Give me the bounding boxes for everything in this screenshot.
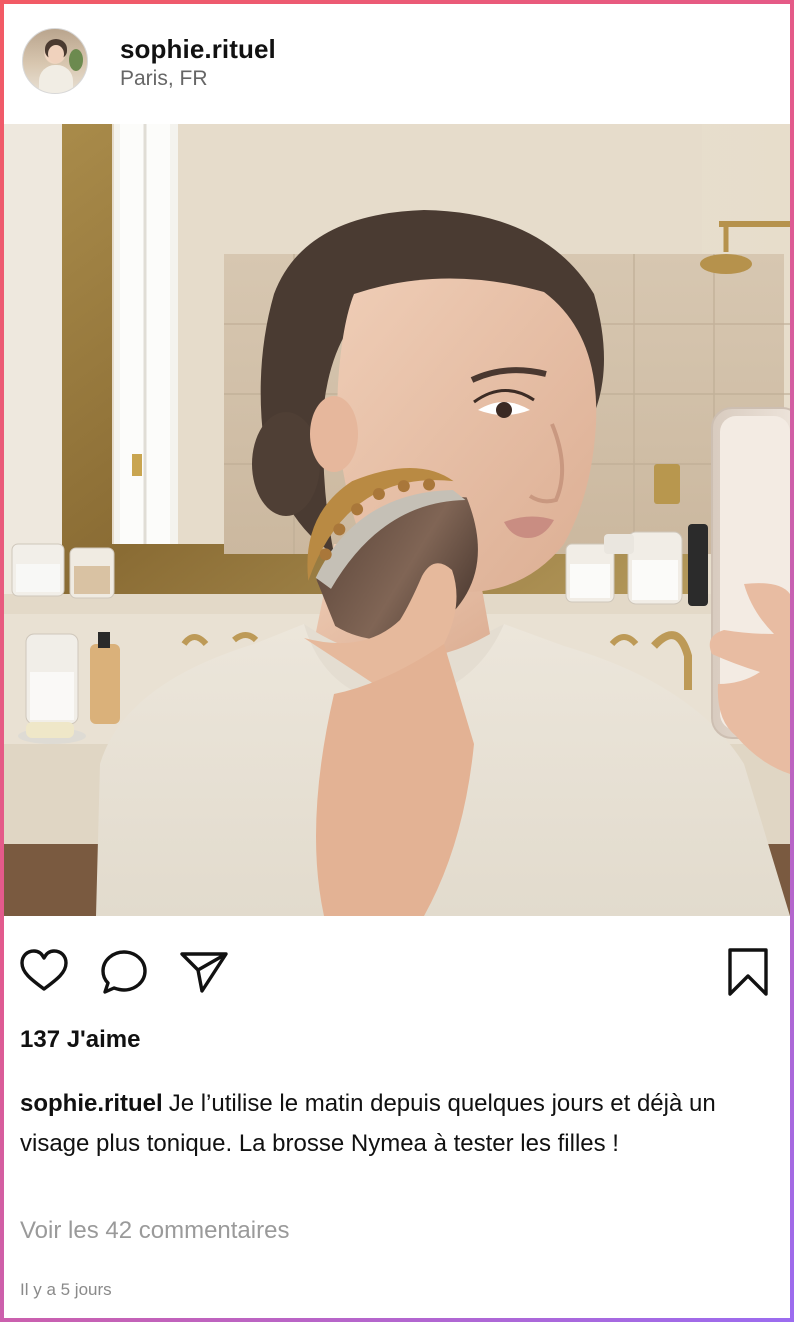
location[interactable]: Paris, FR — [120, 67, 208, 91]
post-header: sophie.rituel Paris, FR — [4, 4, 790, 124]
comment-button[interactable] — [98, 946, 150, 998]
bookmark-icon — [728, 948, 768, 996]
like-button[interactable] — [18, 946, 70, 998]
post-timestamp: Il y a 5 jours — [20, 1280, 112, 1299]
post-card: sophie.rituel Paris, FR 137 J'aime sophi… — [4, 4, 790, 1318]
post-photo[interactable] — [4, 124, 790, 916]
avatar-body — [39, 65, 73, 93]
paper-plane-icon — [180, 952, 228, 993]
view-comments-link[interactable]: Voir les 42 commentaires — [20, 1217, 289, 1245]
username[interactable]: sophie.rituel — [120, 34, 276, 65]
post-frame: sophie.rituel Paris, FR 137 J'aime sophi… — [0, 0, 794, 1322]
share-button[interactable] — [178, 946, 230, 998]
post-photo-illustration — [4, 124, 790, 916]
avatar[interactable] — [22, 28, 88, 94]
post-caption: sophie.rituel Je l’utilise le matin depui… — [20, 1084, 774, 1164]
comment-icon — [101, 950, 147, 994]
save-button[interactable] — [722, 946, 774, 998]
heart-icon — [20, 949, 68, 991]
likes-count[interactable]: 137 J'aime — [20, 1026, 140, 1054]
avatar-plant — [69, 49, 83, 71]
caption-username[interactable]: sophie.rituel — [20, 1090, 163, 1117]
avatar-face — [48, 45, 64, 63]
action-bar — [4, 916, 790, 1026]
